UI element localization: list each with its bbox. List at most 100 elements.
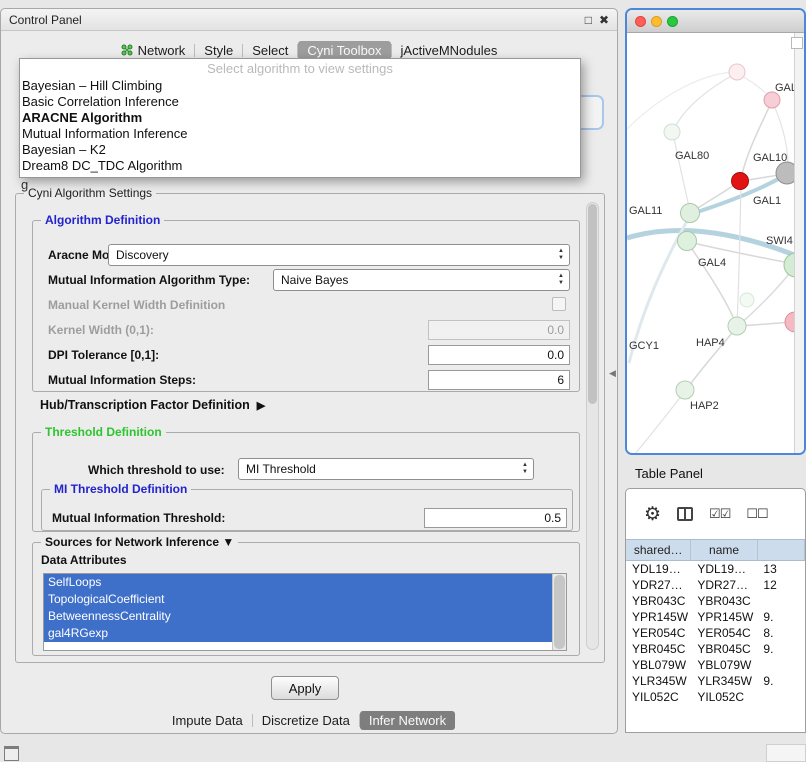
attribute-list-item[interactable]: BetweennessCentrality xyxy=(44,608,553,625)
columns-icon[interactable] xyxy=(677,507,693,521)
table-row[interactable]: YER054CYER054C8. xyxy=(626,625,805,641)
close-window-icon[interactable]: ✖ xyxy=(599,14,609,26)
collapse-right-icon: ▶ xyxy=(257,399,265,412)
group-title: MI Threshold Definition xyxy=(50,482,191,496)
network-node[interactable] xyxy=(764,92,780,108)
dropdown-item[interactable]: Mutual Information Inference xyxy=(20,126,580,142)
dropdown-item[interactable]: Bayesian – Hill Climbing xyxy=(20,78,580,94)
column-header-shared-name[interactable]: shared… xyxy=(626,540,691,560)
apply-button[interactable]: Apply xyxy=(271,676,339,700)
deselect-all-checkboxes-icon[interactable]: ☐☐ xyxy=(746,506,767,522)
tab-label: Select xyxy=(252,43,288,58)
node-label: HAP2 xyxy=(690,400,719,412)
settings-scrollbar-thumb[interactable] xyxy=(588,204,597,404)
tab-select[interactable]: Select xyxy=(243,41,297,60)
gear-icon[interactable]: ⚙ xyxy=(644,503,661,526)
network-edge[interactable] xyxy=(688,243,736,324)
mi-threshold-definition-group: MI Threshold Definition Mutual Informati… xyxy=(41,489,573,531)
table-row[interactable]: YLR345WYLR345W9. xyxy=(626,673,805,689)
table-row[interactable]: YBR045CYBR045C9. xyxy=(626,641,805,657)
algorithm-dropdown-list: Bayesian – Hill ClimbingBasic Correlatio… xyxy=(20,78,580,174)
network-node[interactable] xyxy=(740,293,754,307)
mi-threshold-field[interactable]: 0.5 xyxy=(424,508,567,528)
dropdown-item[interactable]: Dream8 DC_TDC Algorithm xyxy=(20,158,580,174)
network-node[interactable] xyxy=(732,173,749,190)
clipped-label-fragment: g xyxy=(21,177,28,192)
which-threshold-label: Which threshold to use: xyxy=(88,463,225,477)
tab-discretize-data[interactable]: Discretize Data xyxy=(253,711,359,730)
hub-definition-label: Hub/Transcription Factor Definition xyxy=(40,398,250,412)
dropdown-item[interactable]: Basic Correlation Inference xyxy=(20,94,580,110)
panel-collapse-icon[interactable]: ◀ xyxy=(609,368,616,379)
network-edge[interactable] xyxy=(635,391,685,454)
table-row[interactable]: YIL052CYIL052C xyxy=(626,689,805,705)
network-edge[interactable] xyxy=(673,133,690,211)
network-edge[interactable] xyxy=(673,73,737,131)
dpi-tolerance-field[interactable]: 0.0 xyxy=(428,345,570,365)
combo-arrows-icon xyxy=(558,273,564,287)
tab-style[interactable]: Style xyxy=(195,41,242,60)
tab-cyni-toolbox[interactable]: Cyni Toolbox xyxy=(298,41,390,60)
settings-scrollbar[interactable] xyxy=(586,202,599,650)
table-row[interactable]: YBR043CYBR043C xyxy=(626,593,805,609)
table-cell: YER054C xyxy=(691,626,757,640)
attributes-scrollbar[interactable] xyxy=(552,574,566,650)
table-row[interactable]: YBL079WYBL079W xyxy=(626,657,805,673)
control-panel-titlebar: Control Panel □ ✖ xyxy=(1,9,617,31)
table-cell: YBR045C xyxy=(626,642,691,656)
attribute-list-item[interactable]: gal4RGexp xyxy=(44,625,553,642)
table-panel-window: ⚙ ☑☑ ☐☐ shared… name YDL19…YDL19…13YDR27… xyxy=(625,488,806,733)
network-node[interactable] xyxy=(681,204,700,223)
attribute-list-item[interactable]: TopologicalCoefficient xyxy=(44,591,553,608)
dropdown-item[interactable]: Bayesian – K2 xyxy=(20,142,580,158)
hub-definition-toggle[interactable]: Hub/Transcription Factor Definition ▶ xyxy=(40,398,265,412)
table-row[interactable]: YPR145WYPR145W9. xyxy=(626,609,805,625)
tab-network[interactable]: Network xyxy=(112,41,195,60)
restore-panel-icon[interactable] xyxy=(4,746,19,761)
node-label: GAL80 xyxy=(675,150,709,162)
status-corner-box xyxy=(766,744,806,762)
network-scrollbar[interactable] xyxy=(794,33,804,454)
group-title: Cyni Algorithm Settings xyxy=(24,186,156,200)
aracne-mode-combo[interactable]: Discovery xyxy=(108,244,570,266)
table-body: YDL19…YDL19…13YDR27…YDR27…12YBR043CYBR04… xyxy=(626,561,805,705)
table-row[interactable]: YDR27…YDR27…12 xyxy=(626,577,805,593)
minimize-traffic-icon[interactable] xyxy=(651,16,662,27)
tab-label: jActiveMNodules xyxy=(401,43,498,58)
zoom-traffic-icon[interactable] xyxy=(667,16,678,27)
dpi-tolerance-label: DPI Tolerance [0,1]: xyxy=(48,348,159,362)
which-threshold-combo[interactable]: MI Threshold xyxy=(238,458,534,480)
tab-infer-network[interactable]: Infer Network xyxy=(360,711,455,730)
tab-jactivemnodules[interactable]: jActiveMNodules xyxy=(392,41,507,60)
kernel-width-field[interactable]: 0.0 xyxy=(428,320,570,340)
select-all-checkboxes-icon[interactable]: ☑☑ xyxy=(709,506,730,522)
attribute-list-item[interactable]: SelfLoops xyxy=(44,574,553,591)
network-node[interactable] xyxy=(664,124,680,140)
dropdown-item[interactable]: ARACNE Algorithm xyxy=(20,110,580,126)
algorithm-dropdown-popup: Select algorithm to view settings Bayesi… xyxy=(19,58,581,178)
network-node[interactable] xyxy=(728,317,746,335)
network-canvas[interactable]: GALGAL80GAL10GAL11GAL1SWI4GAL4GCY1HAP4YH… xyxy=(627,33,804,454)
table-cell: YDL19… xyxy=(691,562,757,576)
float-window-icon[interactable]: □ xyxy=(585,14,592,26)
network-window-titlebar xyxy=(627,10,804,33)
attributes-scrollbar-thumb[interactable] xyxy=(554,575,565,649)
combo-arrows-icon xyxy=(558,248,564,262)
table-row[interactable]: YDL19…YDL19…13 xyxy=(626,561,805,577)
close-traffic-icon[interactable] xyxy=(635,16,646,27)
network-scrollbar-button[interactable] xyxy=(791,37,803,49)
network-node[interactable] xyxy=(729,64,745,80)
table-cell: 9. xyxy=(757,610,805,624)
mi-steps-field[interactable]: 6 xyxy=(428,370,570,390)
column-header-partial[interactable] xyxy=(758,540,805,560)
manual-kernel-checkbox[interactable] xyxy=(552,297,566,311)
network-edge[interactable] xyxy=(627,72,735,129)
column-header-name[interactable]: name xyxy=(691,540,757,560)
network-node[interactable] xyxy=(678,232,697,251)
table-cell: YLR345W xyxy=(626,674,691,688)
mi-algorithm-type-combo[interactable]: Naive Bayes xyxy=(273,269,570,291)
network-node[interactable] xyxy=(676,381,694,399)
network-edge[interactable] xyxy=(741,101,772,179)
tab-impute-data[interactable]: Impute Data xyxy=(163,711,252,730)
sources-group-title[interactable]: Sources for Network Inference ▼ xyxy=(41,535,238,549)
